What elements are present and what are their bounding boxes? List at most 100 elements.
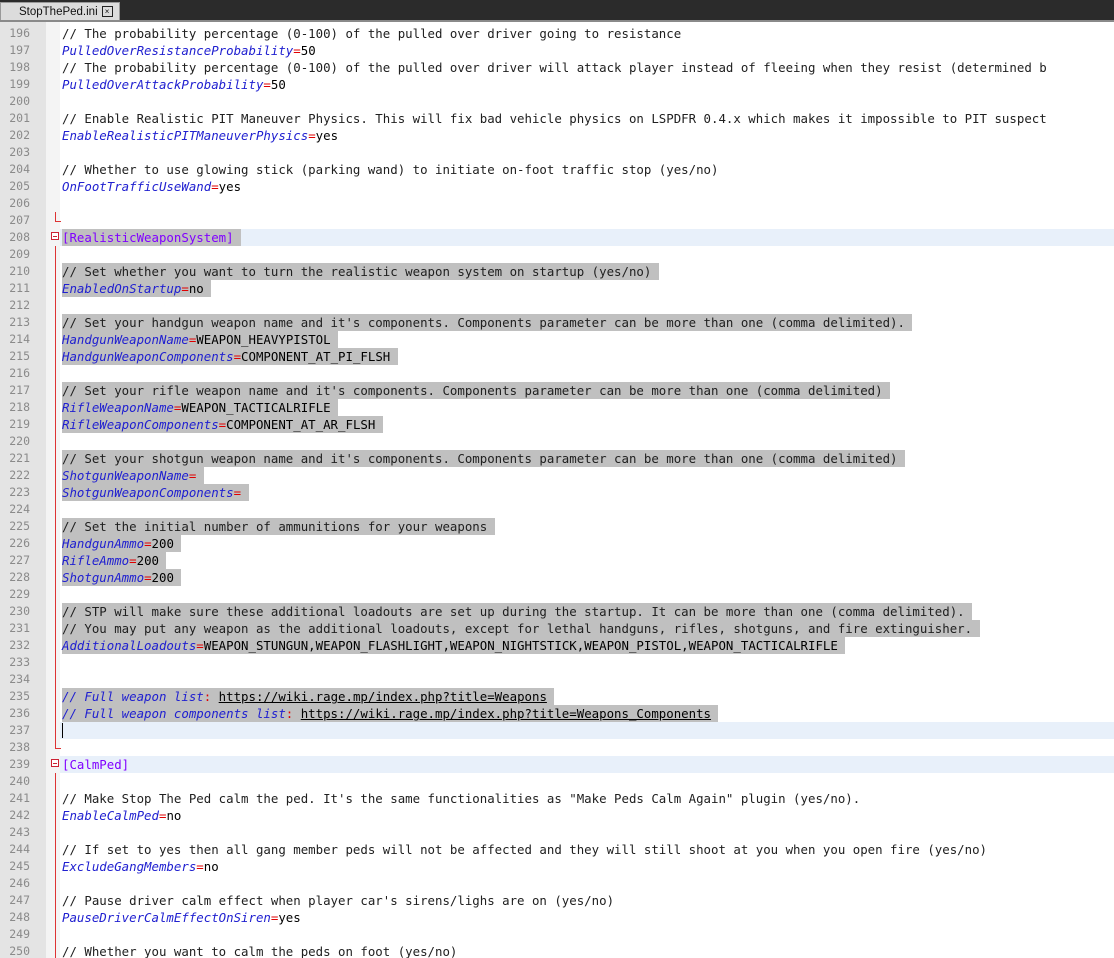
- token-url[interactable]: https://wiki.rage.mp/index.php?title=Wea…: [301, 706, 711, 721]
- code-line[interactable]: 210 // Set whether you want to turn the r…: [0, 263, 1114, 280]
- token-eq: =: [233, 485, 242, 500]
- line-number: 235: [9, 689, 30, 703]
- code-line[interactable]: 217 // Set your rifle weapon name and it'…: [0, 382, 1114, 399]
- code-line[interactable]: 216: [0, 365, 1114, 382]
- code-line[interactable]: 243: [0, 824, 1114, 841]
- code-line[interactable]: 222 ShotgunWeaponName=: [0, 467, 1114, 484]
- code-line[interactable]: 202 EnableRealisticPITManeuverPhysics=yes: [0, 127, 1114, 144]
- editor-text-area[interactable]: 196 // The probability percentage (0-100)…: [0, 25, 1114, 958]
- token-comment: // Set the initial number of ammunitions…: [62, 519, 488, 534]
- token-comment: // Set your shotgun weapon name and it's…: [62, 451, 898, 466]
- fold-guide: [50, 450, 60, 467]
- fold-guide: [50, 433, 60, 450]
- token-val: COMPONENT_AT_AR_FLSH: [226, 417, 376, 432]
- code-line[interactable]: 200: [0, 93, 1114, 110]
- line-highlight: [60, 756, 1114, 773]
- code-line[interactable]: 227 RifleAmmo=200: [0, 552, 1114, 569]
- code-line[interactable]: 214 HandgunWeaponName=WEAPON_HEAVYPISTOL: [0, 331, 1114, 348]
- code-line[interactable]: 212: [0, 297, 1114, 314]
- line-number: 228: [9, 570, 30, 584]
- fold-guide: [50, 909, 60, 926]
- close-icon[interactable]: ×: [101, 6, 113, 18]
- fold-guide: [50, 552, 60, 569]
- code-line[interactable]: 223 ShotgunWeaponComponents=: [0, 484, 1114, 501]
- code-line[interactable]: 239 [CalmPed]: [0, 756, 1114, 773]
- code-line[interactable]: 224: [0, 501, 1114, 518]
- code-line[interactable]: 247 // Pause driver calm effect when play…: [0, 892, 1114, 909]
- tab-stoptheped-ini[interactable]: StopThePed.ini ×: [0, 2, 120, 20]
- code-line[interactable]: 211 EnabledOnStartup=no: [0, 280, 1114, 297]
- line-text: AdditionalLoadouts=WEAPON_STUNGUN,WEAPON…: [62, 637, 846, 654]
- token-key: PulledOverResistanceProbability: [62, 43, 294, 58]
- token-comment: // You may put any weapon as the additio…: [62, 621, 973, 636]
- code-line[interactable]: 225 // Set the initial number of ammuniti…: [0, 518, 1114, 535]
- line-text: PulledOverAttackProbability=50: [62, 76, 286, 93]
- line-number: 237: [9, 723, 30, 737]
- code-line[interactable]: 249: [0, 926, 1114, 943]
- code-line[interactable]: 209: [0, 246, 1114, 263]
- fold-guide: [50, 297, 60, 314]
- code-line[interactable]: 226 HandgunAmmo=200: [0, 535, 1114, 552]
- code-line[interactable]: 242 EnableCalmPed=no: [0, 807, 1114, 824]
- code-line[interactable]: 206: [0, 195, 1114, 212]
- code-line[interactable]: 228 ShotgunAmmo=200: [0, 569, 1114, 586]
- code-line[interactable]: 204 // Whether to use glowing stick (park…: [0, 161, 1114, 178]
- line-text: // Set the initial number of ammunitions…: [62, 518, 495, 535]
- code-line[interactable]: 248 PauseDriverCalmEffectOnSiren=yes: [0, 909, 1114, 926]
- code-line[interactable]: 213 // Set your handgun weapon name and i…: [0, 314, 1114, 331]
- code-line[interactable]: 205 OnFootTrafficUseWand=yes: [0, 178, 1114, 195]
- code-line[interactable]: 197 PulledOverResistanceProbability=50: [0, 42, 1114, 59]
- code-line[interactable]: 203: [0, 144, 1114, 161]
- line-text: // Enable Realistic PIT Maneuver Physics…: [62, 110, 1047, 127]
- code-line[interactable]: 238: [0, 739, 1114, 756]
- line-text: // Full weapon components list: https://…: [62, 705, 719, 722]
- token-val: no: [203, 859, 219, 874]
- code-line[interactable]: 215 HandgunWeaponComponents=COMPONENT_AT_…: [0, 348, 1114, 365]
- token-val: 50: [270, 77, 286, 92]
- code-line[interactable]: 218 RifleWeaponName=WEAPON_TACTICALRIFLE: [0, 399, 1114, 416]
- fold-guide: [50, 773, 60, 790]
- fold-guide: [50, 518, 60, 535]
- fold-guide: [50, 654, 60, 671]
- code-line[interactable]: 236 // Full weapon components list: https…: [0, 705, 1114, 722]
- line-text: HandgunWeaponComponents=COMPONENT_AT_PI_…: [62, 348, 398, 365]
- fold-guide: [50, 603, 60, 620]
- token-val: WEAPON_HEAVYPISTOL: [196, 332, 331, 347]
- code-line[interactable]: 244 // If set to yes then all gang member…: [0, 841, 1114, 858]
- token-eq: =: [308, 128, 316, 143]
- code-line[interactable]: 208 [RealisticWeaponSystem]: [0, 229, 1114, 246]
- code-line[interactable]: 237: [0, 722, 1114, 739]
- code-line[interactable]: 229: [0, 586, 1114, 603]
- token-val: 200: [136, 553, 159, 568]
- code-line[interactable]: 250 // Whether you want to calm the peds …: [0, 943, 1114, 958]
- code-line[interactable]: 245 ExcludeGangMembers=no: [0, 858, 1114, 875]
- code-line[interactable]: 199 PulledOverAttackProbability=50: [0, 76, 1114, 93]
- code-line[interactable]: 198 // The probability percentage (0-100)…: [0, 59, 1114, 76]
- code-line[interactable]: 240: [0, 773, 1114, 790]
- code-line[interactable]: 246: [0, 875, 1114, 892]
- line-number: 230: [9, 604, 30, 618]
- line-number: 220: [9, 434, 30, 448]
- line-number: 200: [9, 94, 30, 108]
- token-key: HandgunWeaponName: [62, 332, 189, 347]
- fold-toggle-icon[interactable]: [50, 756, 60, 773]
- token-url[interactable]: https://wiki.rage.mp/index.php?title=Wea…: [219, 689, 547, 704]
- code-line[interactable]: 232 AdditionalLoadouts=WEAPON_STUNGUN,WEA…: [0, 637, 1114, 654]
- line-text: // If set to yes then all gang member pe…: [62, 841, 987, 858]
- code-line[interactable]: 221 // Set your shotgun weapon name and i…: [0, 450, 1114, 467]
- code-line[interactable]: 234: [0, 671, 1114, 688]
- code-line[interactable]: 220: [0, 433, 1114, 450]
- code-line[interactable]: 230 // STP will make sure these additiona…: [0, 603, 1114, 620]
- code-line[interactable]: 235 // Full weapon list: https://wiki.rag…: [0, 688, 1114, 705]
- code-line[interactable]: 231 // You may put any weapon as the addi…: [0, 620, 1114, 637]
- fold-toggle-icon[interactable]: [50, 229, 60, 246]
- fold-guide: [50, 535, 60, 552]
- code-line[interactable]: 207: [0, 212, 1114, 229]
- fold-guide: [50, 416, 60, 433]
- code-line[interactable]: 196 // The probability percentage (0-100)…: [0, 25, 1114, 42]
- code-line[interactable]: 233: [0, 654, 1114, 671]
- code-line[interactable]: 201 // Enable Realistic PIT Maneuver Phys…: [0, 110, 1114, 127]
- code-line[interactable]: 219 RifleWeaponComponents=COMPONENT_AT_AR…: [0, 416, 1114, 433]
- code-line[interactable]: 241 // Make Stop The Ped calm the ped. It…: [0, 790, 1114, 807]
- fold-guide: [50, 620, 60, 637]
